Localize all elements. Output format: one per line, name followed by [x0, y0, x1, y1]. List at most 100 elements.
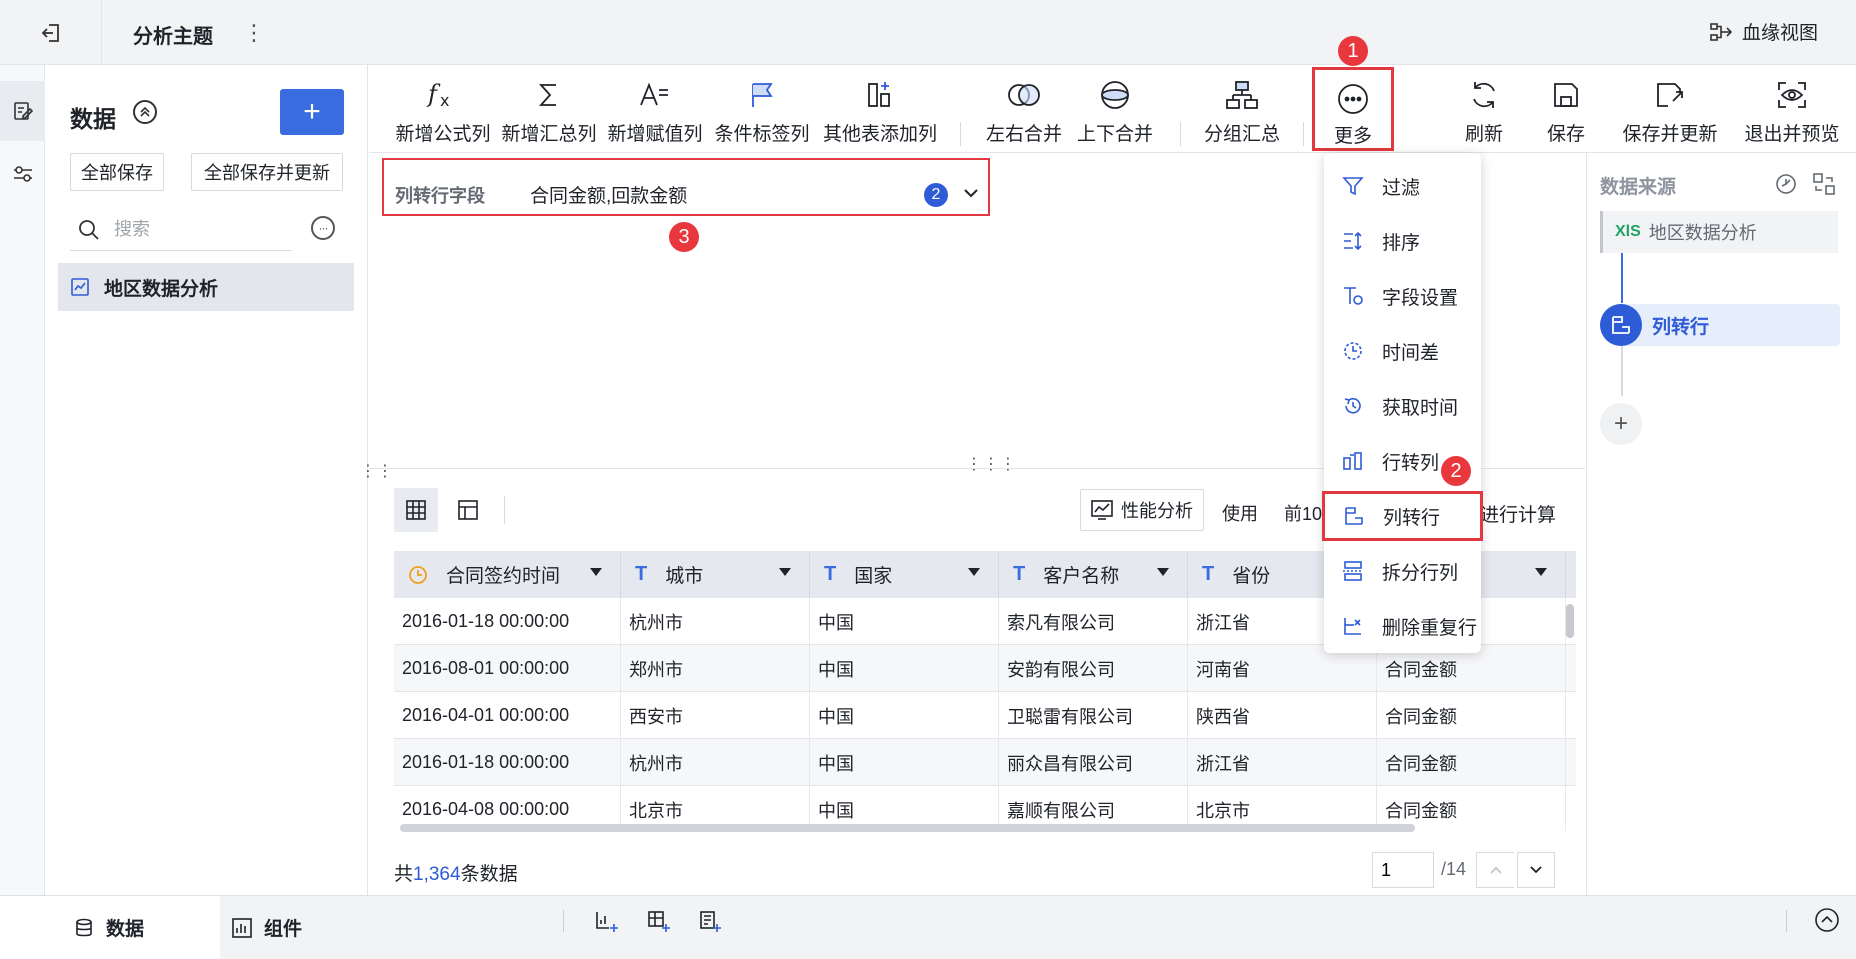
- add-summary-column-button[interactable]: 新增汇总列: [499, 65, 599, 153]
- rail-data-button[interactable]: [0, 81, 45, 141]
- add-column-from-other-table-button[interactable]: 其他表添加列: [820, 65, 940, 153]
- add-report-button[interactable]: [695, 907, 725, 937]
- menu-item-split[interactable]: 拆分行列: [1324, 546, 1481, 596]
- calc-text: 进行计算: [1480, 505, 1557, 526]
- refresh-button[interactable]: 刷新: [1444, 65, 1524, 153]
- menu-item-get-time[interactable]: 获取时间: [1324, 381, 1481, 431]
- save-all-update-button[interactable]: 全部保存并更新: [191, 153, 343, 191]
- menu-item-field-settings[interactable]: 字段设置: [1324, 271, 1481, 321]
- data-source-label: 地区数据分析: [1648, 223, 1757, 243]
- annotation-marker-2: 2: [1441, 456, 1471, 486]
- grid-view-button[interactable]: [394, 488, 438, 532]
- dataset-item[interactable]: 地区数据分析: [58, 263, 354, 311]
- toolbar-separator: [960, 122, 961, 146]
- chevron-down-icon: [1530, 866, 1542, 874]
- step-label: 列转行: [1652, 316, 1710, 338]
- layout-switch-icon[interactable]: [1812, 172, 1836, 196]
- resize-handle-horizontal[interactable]: ⋮⋮⋮: [966, 457, 1017, 473]
- lineage-view-button[interactable]: 血缘视图: [1710, 18, 1818, 45]
- merge-horizontal-button[interactable]: 左右合并: [978, 65, 1070, 153]
- column-header[interactable]: T 客户名称: [999, 551, 1188, 598]
- panel-more-button[interactable]: ···: [311, 216, 335, 240]
- back-button[interactable]: [0, 0, 102, 65]
- layout-view-button[interactable]: [446, 488, 490, 532]
- excel-icon: XlS: [1615, 223, 1641, 240]
- menu-item-sort[interactable]: 排序: [1324, 216, 1481, 266]
- chevron-up-circle-icon: [1815, 908, 1839, 932]
- assign-icon: [640, 82, 668, 106]
- data-edit-icon: [13, 102, 33, 120]
- add-table-button[interactable]: [644, 907, 674, 937]
- horizontal-scrollbar[interactable]: [400, 824, 1415, 832]
- history-icon[interactable]: [1774, 172, 1798, 196]
- lineage-icon: [1710, 22, 1732, 41]
- lineage-connector: [1621, 346, 1623, 396]
- column-header[interactable]: 合同签约时间: [394, 551, 621, 598]
- table-cell: 索凡有限公司: [999, 598, 1188, 645]
- table-cell: 中国: [810, 739, 999, 786]
- page-number-input[interactable]: [1372, 852, 1434, 888]
- save-all-button[interactable]: 全部保存: [70, 153, 164, 191]
- more-dropdown-menu: 过滤 排序 字段设置 时间差 获取时间 行转列 列转行 拆分行列 删除重复行: [1322, 153, 1483, 653]
- data-source-node[interactable]: XlS 地区数据分析: [1600, 211, 1838, 253]
- expand-bottom-button[interactable]: [1812, 905, 1842, 935]
- table-cell: 西安市: [621, 692, 810, 739]
- table-cell: 2016-01-18 00:00:00: [394, 739, 621, 786]
- total-count-text: 共1,364条数据: [394, 864, 518, 885]
- add-chart-button[interactable]: [592, 907, 622, 937]
- collapse-button[interactable]: [133, 100, 157, 124]
- table-row: 2016-04-01 00:00:00 西安市 中国 卫聪雷有限公司 陕西省 合同金额: [394, 692, 1576, 739]
- clock-icon: [409, 565, 427, 584]
- menu-item-filter[interactable]: 过滤: [1324, 161, 1481, 211]
- text-type-icon: T: [1013, 563, 1026, 585]
- prev-page-button[interactable]: [1476, 852, 1514, 888]
- add-assign-column-button[interactable]: 新增赋值列: [605, 65, 705, 153]
- group-summary-button[interactable]: 分组汇总: [1196, 65, 1288, 153]
- double-chevron-up-icon: [140, 106, 150, 117]
- column-header[interactable]: T 国家: [810, 551, 999, 598]
- column-header[interactable]: T 城市: [621, 551, 810, 598]
- tab-components[interactable]: 组件: [232, 896, 352, 959]
- caret-down-icon[interactable]: [1157, 568, 1169, 576]
- table-cell: 中国: [810, 598, 999, 645]
- merge-vertical-button[interactable]: 上下合并: [1069, 65, 1161, 153]
- performance-analysis-button[interactable]: 性能分析: [1080, 489, 1204, 531]
- add-dataset-button[interactable]: +: [280, 89, 344, 135]
- next-page-button[interactable]: [1517, 852, 1555, 888]
- menu-item-dedupe[interactable]: 删除重复行: [1324, 601, 1481, 651]
- column-to-row-icon: [1612, 316, 1630, 334]
- caret-down-icon[interactable]: [590, 568, 602, 576]
- topic-more-button[interactable]: ⋮: [243, 20, 265, 46]
- refresh-icon: [1473, 82, 1495, 108]
- resize-handle-vertical[interactable]: ⋮⋮: [360, 464, 394, 480]
- row-to-column-icon: [1343, 452, 1362, 470]
- rail-settings-button[interactable]: [0, 144, 45, 204]
- exit-and-preview-button[interactable]: 退出并预览: [1738, 65, 1846, 153]
- toolbar-separator: [1303, 122, 1304, 146]
- split-icon: [1343, 561, 1363, 581]
- save-and-update-button[interactable]: 保存并更新: [1616, 65, 1724, 153]
- rows-limit-select[interactable]: 前10: [1284, 500, 1322, 526]
- caret-down-icon[interactable]: [779, 568, 791, 576]
- table-row: 2016-01-18 00:00:00 杭州市 中国 丽众昌有限公司 浙江省 合同金额: [394, 739, 1576, 786]
- table-cell: 中国: [810, 692, 999, 739]
- bottom-separator: [1786, 910, 1787, 932]
- search-input[interactable]: [114, 219, 274, 240]
- table-cell: 合同金额: [1377, 739, 1566, 786]
- caret-down-icon[interactable]: [968, 568, 980, 576]
- caret-down-icon[interactable]: [1535, 568, 1547, 576]
- data-source-title: 数据来源: [1600, 177, 1677, 198]
- lineage-step-column-to-row[interactable]: 列转行: [1600, 304, 1840, 346]
- menu-item-column-to-row[interactable]: 列转行: [1322, 491, 1483, 541]
- more-button[interactable]: 更多: [1312, 67, 1394, 151]
- field-settings-icon: [1344, 287, 1363, 305]
- save-button[interactable]: 保存: [1526, 65, 1606, 153]
- add-formula-column-button[interactable]: fx 新增公式列: [393, 65, 493, 153]
- vertical-scrollbar[interactable]: [1566, 604, 1574, 638]
- tab-data[interactable]: 数据: [0, 896, 220, 959]
- chevron-down-icon[interactable]: [961, 183, 981, 203]
- condition-label-column-button[interactable]: 条件标签列: [712, 65, 812, 153]
- annotation-marker-1: 1: [1338, 36, 1368, 66]
- add-step-button[interactable]: +: [1600, 403, 1642, 445]
- menu-item-time-diff[interactable]: 时间差: [1324, 326, 1481, 376]
